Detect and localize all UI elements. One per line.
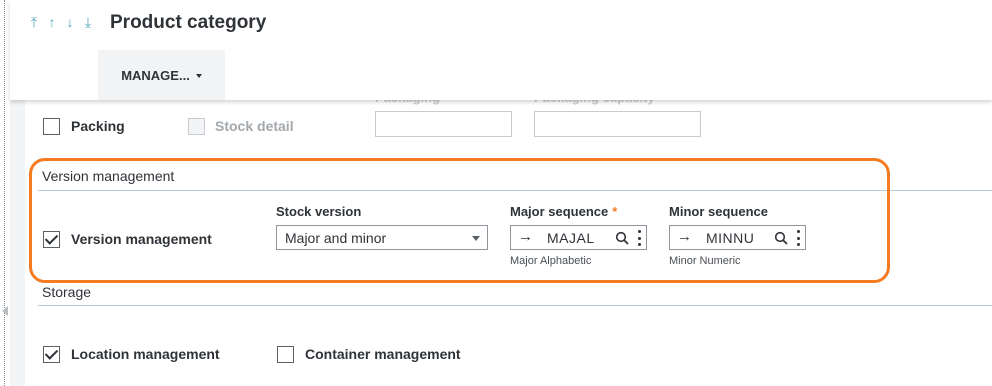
version-management-checkbox[interactable]	[43, 231, 60, 248]
more-options-icon[interactable]	[796, 230, 800, 246]
minor-sequence-label: Minor sequence	[669, 204, 768, 219]
minor-sequence-description: Minor Numeric	[669, 255, 741, 267]
stock-detail-checkbox[interactable]	[188, 118, 205, 135]
last-record-icon[interactable]: ⤓	[82, 14, 94, 31]
page-title: Product category	[110, 12, 267, 33]
chevron-down-icon	[195, 74, 202, 78]
record-navigation: ⤒ ↑ ↓ ⤓	[28, 14, 94, 31]
major-sequence-label: Major sequence *	[510, 204, 618, 219]
container-management-checkbox[interactable]	[277, 346, 294, 363]
container-management-label: Container management	[305, 346, 461, 362]
previous-record-icon[interactable]: ↑	[46, 14, 58, 31]
packing-label: Packing	[71, 118, 125, 134]
stock-version-select[interactable]: Major and minor	[276, 225, 488, 250]
minor-sequence-value: MINNU	[706, 230, 755, 246]
dropdown-caret-icon	[472, 236, 480, 241]
version-section-rule	[38, 190, 992, 191]
location-management-checkbox[interactable]	[43, 346, 60, 363]
collapse-left-icon[interactable]	[2, 306, 8, 316]
stock-detail-label: Stock detail	[215, 118, 294, 134]
required-asterisk: *	[612, 204, 618, 219]
first-record-icon[interactable]: ⤒	[28, 14, 40, 31]
stock-version-label: Stock version	[276, 204, 362, 219]
version-section-title: Version management	[42, 168, 175, 184]
manage-button[interactable]: MANAGE...	[98, 50, 225, 100]
manage-label: MANAGE...	[121, 67, 190, 83]
search-icon[interactable]	[774, 231, 788, 245]
version-management-label: Version management	[71, 231, 212, 247]
major-sequence-value: MAJAL	[547, 230, 595, 246]
stock-version-value: Major and minor	[285, 230, 387, 246]
major-sequence-description: Major Alphabetic	[510, 255, 592, 267]
search-icon[interactable]	[615, 231, 629, 245]
storage-section-title: Storage	[42, 284, 92, 300]
storage-section-rule	[38, 305, 992, 306]
major-sequence-field[interactable]: → MAJAL	[510, 225, 647, 250]
packing-checkbox[interactable]	[43, 118, 60, 135]
minor-sequence-field[interactable]: → MINNU	[669, 225, 806, 250]
next-record-icon[interactable]: ↓	[64, 14, 76, 31]
packaging-input[interactable]	[375, 111, 512, 137]
left-divider	[4, 0, 5, 386]
arrow-right-icon[interactable]: →	[518, 228, 533, 245]
left-gutter	[0, 0, 10, 386]
location-management-label: Location management	[71, 346, 220, 362]
more-options-icon[interactable]	[637, 230, 641, 246]
page-header: ⤒ ↑ ↓ ⤓ Product category MANAGE...	[10, 0, 992, 100]
arrow-right-icon[interactable]: →	[677, 228, 692, 245]
packaging-capacity-input[interactable]	[534, 111, 701, 137]
